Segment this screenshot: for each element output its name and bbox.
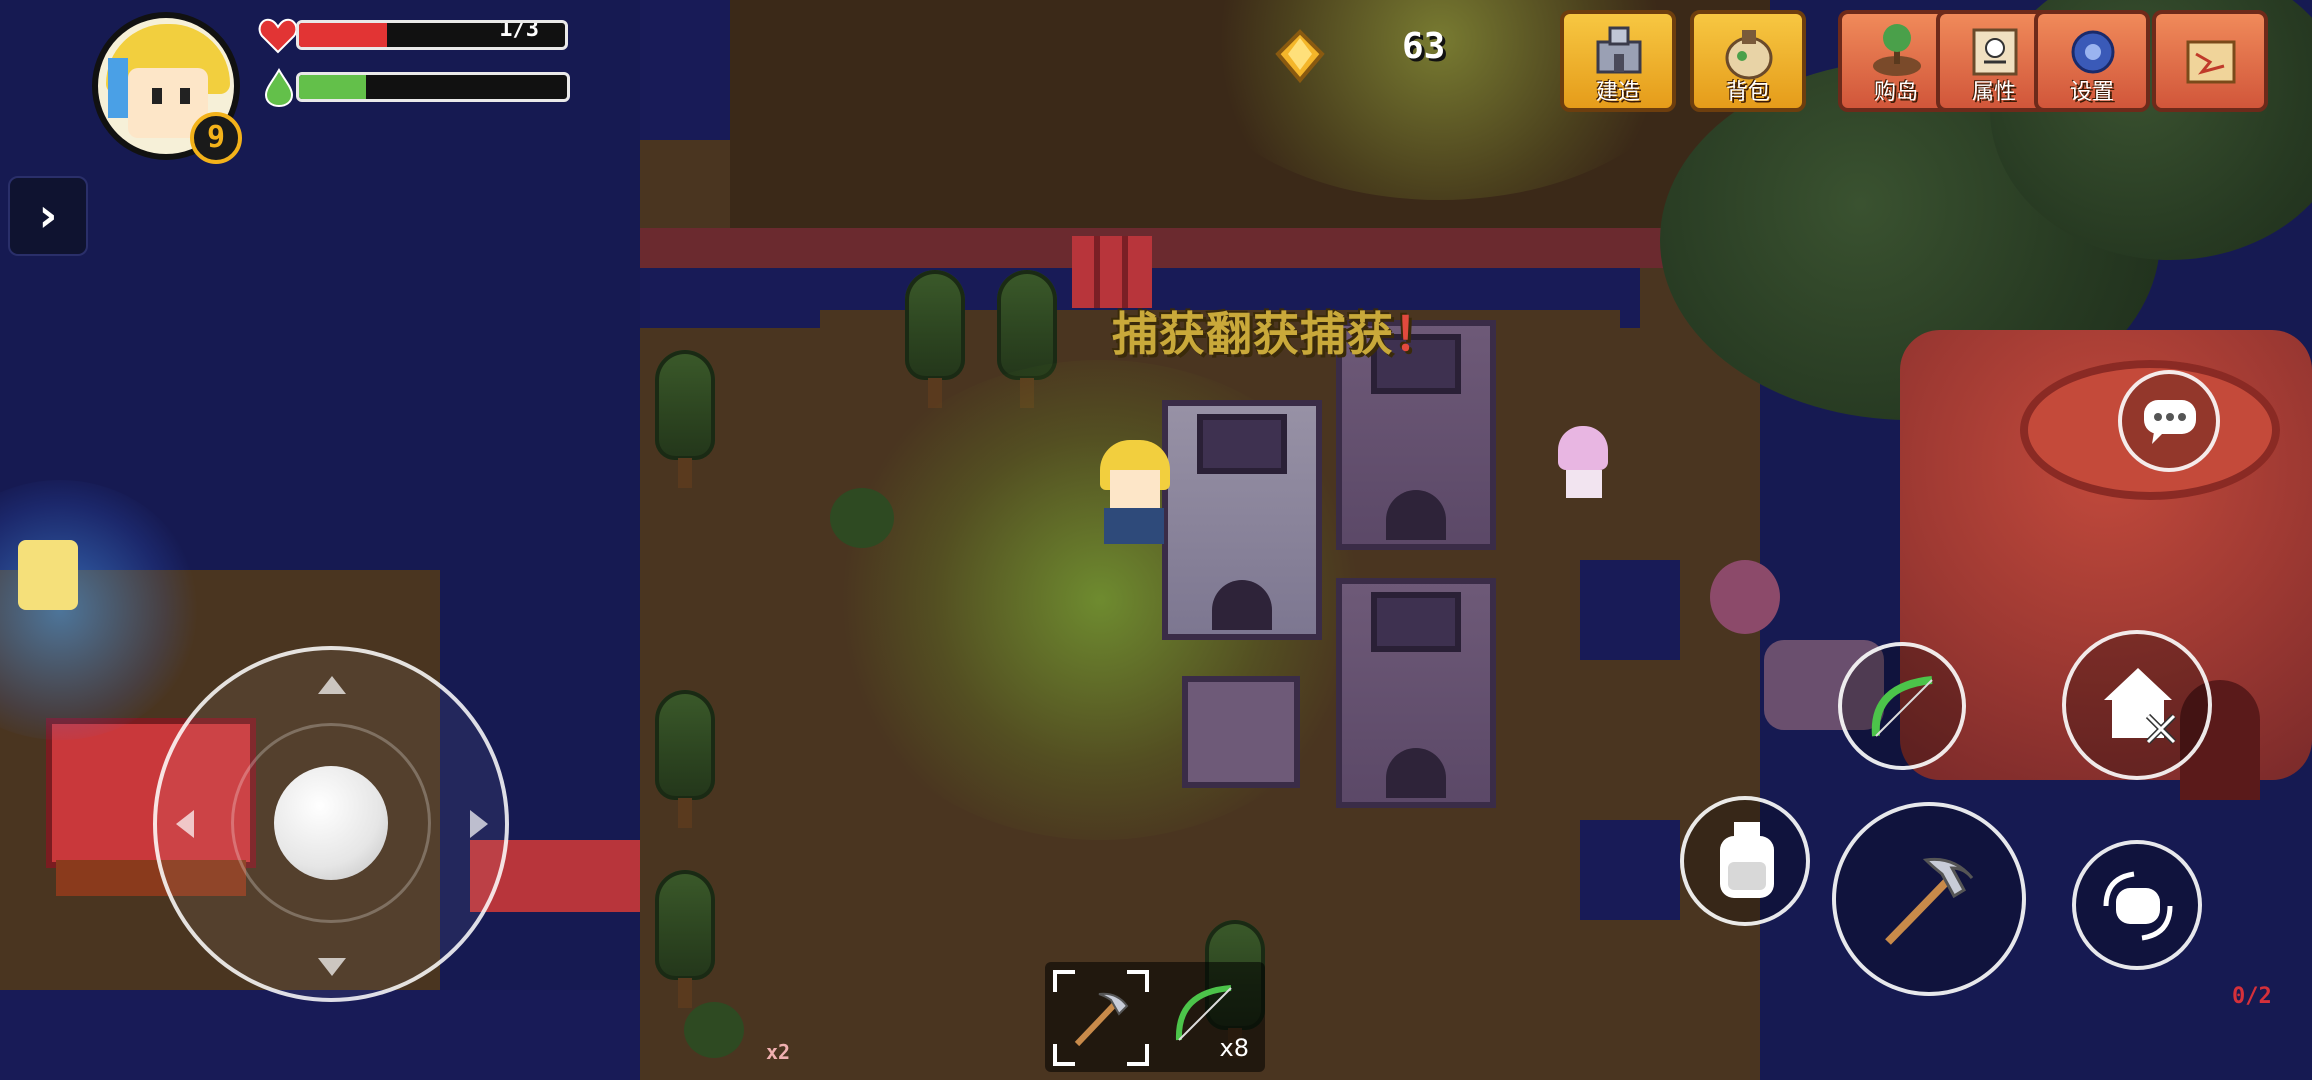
joystick-right-arrow-icon (470, 810, 488, 838)
roll-icon (2103, 871, 2173, 941)
hotbar-slot-bow[interactable]: x8 (1159, 968, 1259, 1068)
pine-tree (992, 270, 1062, 410)
backpack-label: 背包 (1725, 80, 1770, 105)
anvil (1182, 676, 1300, 788)
potion-bottle-icon (1720, 822, 1774, 898)
pickaxe-icon (1885, 857, 1974, 945)
bow-icon (1871, 676, 1933, 737)
lamp-sprite (18, 540, 78, 610)
potion-button[interactable] (1680, 796, 1810, 926)
pickaxe-icon (1074, 992, 1129, 1047)
build-label: 建造 (1595, 80, 1640, 105)
chat-bubble-icon (2144, 400, 2196, 444)
settings-gear-icon (2071, 30, 2115, 74)
buy-island-label: 购岛 (1873, 80, 1918, 105)
health-bar: 1/3 (296, 20, 568, 50)
slot-count: x8 (1219, 1034, 1249, 1062)
capture-notification: 捕获翻获捕获！ (1112, 298, 1441, 364)
joystick-down-arrow-icon (318, 958, 346, 976)
stone-furnace (1162, 400, 1322, 640)
water-inlet (640, 0, 730, 140)
chat-button[interactable] (2118, 370, 2220, 472)
notification-suffix: ！ (1394, 307, 1441, 361)
joystick-left-arrow-icon (176, 810, 194, 838)
notification-prefix: 捕获 (1112, 307, 1206, 361)
player-level-badge: 9 (190, 112, 242, 164)
backpack-button[interactable]: 背包 (1690, 10, 1806, 112)
house-exit-icon (2104, 668, 2177, 745)
health-bar-fill (299, 23, 387, 47)
attributes-icon (1972, 28, 2018, 76)
hotbar-slot-pickaxe[interactable] (1051, 968, 1151, 1068)
stone-furnace (1336, 578, 1496, 808)
gold-gem-icon (1275, 29, 1325, 84)
notification-overlap: 翻获捕获 (1206, 307, 1394, 361)
pine-tree (650, 350, 720, 490)
dodge-roll-button[interactable] (2072, 840, 2202, 970)
pine-tree (650, 690, 720, 830)
south-water (0, 990, 640, 1080)
build-button[interactable]: 建造 (1560, 10, 1676, 112)
pine-tree (900, 270, 970, 410)
build-icon (1596, 26, 1642, 74)
expand-side-panel-button[interactable]: › (8, 176, 88, 256)
bow-skill-button[interactable] (1838, 642, 1966, 770)
map-scroll-icon (2186, 40, 2236, 84)
dropped-item-count: x2 (766, 1040, 791, 1064)
pool (1580, 820, 1680, 920)
energy-bar (296, 72, 570, 102)
bridge-rail (1094, 236, 1100, 308)
pine-tree (650, 870, 720, 1010)
backpack-icon (1725, 30, 1773, 80)
settings-button[interactable]: 设置 (2034, 10, 2150, 112)
energy-drop-icon (264, 68, 294, 108)
pink-rock (1710, 560, 1780, 634)
energy-bar-fill (299, 75, 366, 99)
plateau-cliff (640, 228, 1680, 268)
health-text: 1/3 (499, 20, 539, 42)
pool (1580, 560, 1680, 660)
chest-progress-counter: 0/2 (2232, 984, 2272, 1009)
coin-count: 63 (1402, 26, 1446, 67)
joystick-up-arrow-icon (318, 676, 346, 694)
attributes-label: 属性 (1971, 80, 2016, 105)
ghost-creature (1550, 426, 1620, 502)
berry-bush (684, 1002, 744, 1058)
map-button[interactable] (2152, 10, 2268, 112)
leave-home-button[interactable] (2062, 630, 2212, 780)
joystick-knob[interactable] (274, 766, 388, 880)
heart-icon (258, 18, 298, 54)
item-hotbar: x8 (1045, 962, 1265, 1072)
berry-bush (830, 488, 894, 548)
buy-island-icon (1873, 24, 1921, 76)
settings-label: 设置 (2069, 80, 2114, 105)
player-character (1090, 430, 1180, 550)
chevron-right-icon: › (38, 188, 58, 242)
attack-mine-button[interactable] (1832, 802, 2026, 996)
